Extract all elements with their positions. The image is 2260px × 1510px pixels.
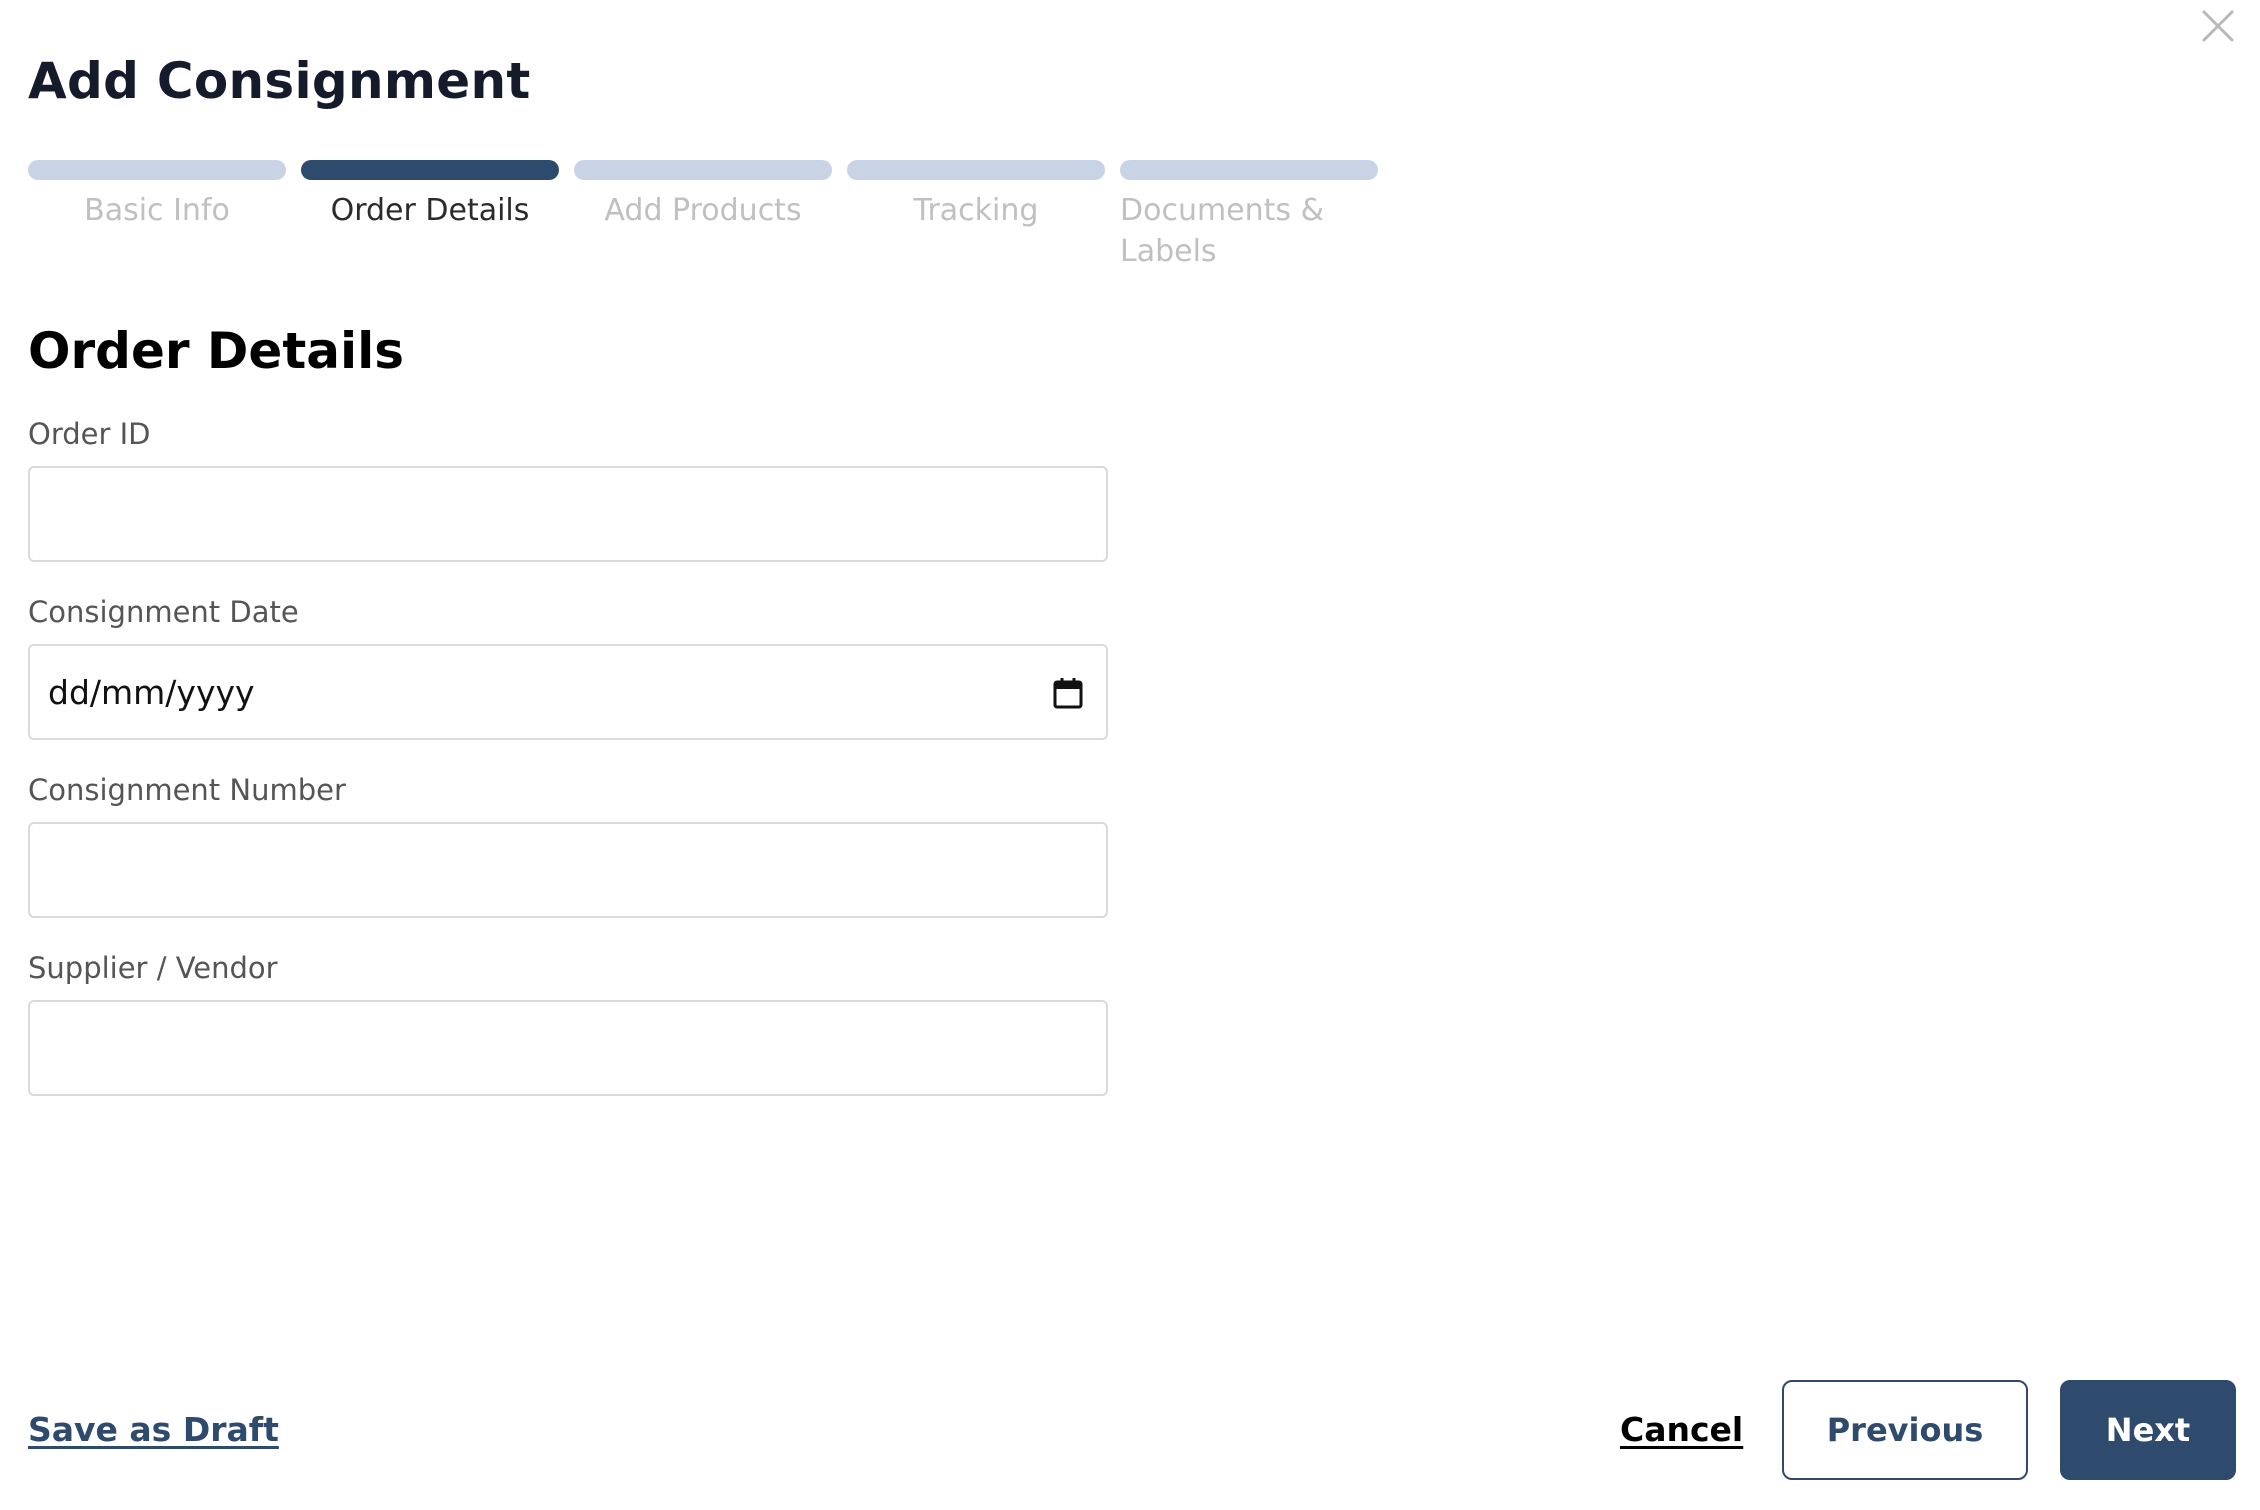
step-bar <box>574 160 832 180</box>
cancel-link[interactable]: Cancel <box>1620 1408 1743 1452</box>
calendar-button[interactable] <box>1052 676 1084 710</box>
consignment-number-field-group: Consignment Number <box>28 770 1108 918</box>
consignment-date-label: Consignment Date <box>28 595 299 629</box>
previous-button[interactable]: Previous <box>1782 1380 2028 1480</box>
supplier-vendor-label: Supplier / Vendor <box>28 951 278 985</box>
progress-stepper: Basic Info Order Details Add Products Tr… <box>28 160 1378 272</box>
step-label: Basic Info <box>84 193 230 228</box>
order-id-input[interactable] <box>28 466 1108 562</box>
step-basic-info[interactable]: Basic Info <box>28 160 286 272</box>
step-documents-labels[interactable]: Documents & Labels <box>1120 160 1378 272</box>
step-label: Documents & Labels <box>1120 193 1324 269</box>
calendar-icon <box>1053 678 1083 709</box>
date-placeholder: dd/mm/yyyy <box>48 672 255 712</box>
supplier-vendor-input[interactable] <box>28 1000 1108 1096</box>
step-label: Add Products <box>604 193 802 228</box>
close-icon <box>2202 10 2234 42</box>
add-consignment-dialog: Add Consignment Basic Info Order Details… <box>0 0 2260 1510</box>
order-id-field-group: Order ID <box>28 414 1108 562</box>
next-button[interactable]: Next <box>2060 1380 2236 1480</box>
consignment-number-label: Consignment Number <box>28 773 346 807</box>
step-bar <box>1120 160 1378 180</box>
dialog-title: Add Consignment <box>28 52 531 110</box>
step-tracking[interactable]: Tracking <box>847 160 1105 272</box>
supplier-vendor-field-group: Supplier / Vendor <box>28 948 1108 1096</box>
step-bar <box>28 160 286 180</box>
step-label: Tracking <box>913 193 1039 228</box>
consignment-date-input[interactable]: dd/mm/yyyy <box>28 644 1108 740</box>
consignment-number-input[interactable] <box>28 822 1108 918</box>
step-bar <box>847 160 1105 180</box>
step-bar <box>301 160 559 180</box>
close-button[interactable] <box>2198 6 2238 46</box>
section-title: Order Details <box>28 322 405 380</box>
order-id-label: Order ID <box>28 417 151 451</box>
save-as-draft-link[interactable]: Save as Draft <box>28 1408 279 1452</box>
step-add-products[interactable]: Add Products <box>574 160 832 272</box>
step-label: Order Details <box>330 193 530 228</box>
step-order-details[interactable]: Order Details <box>301 160 559 272</box>
consignment-date-field-group: Consignment Date dd/mm/yyyy <box>28 592 1108 740</box>
